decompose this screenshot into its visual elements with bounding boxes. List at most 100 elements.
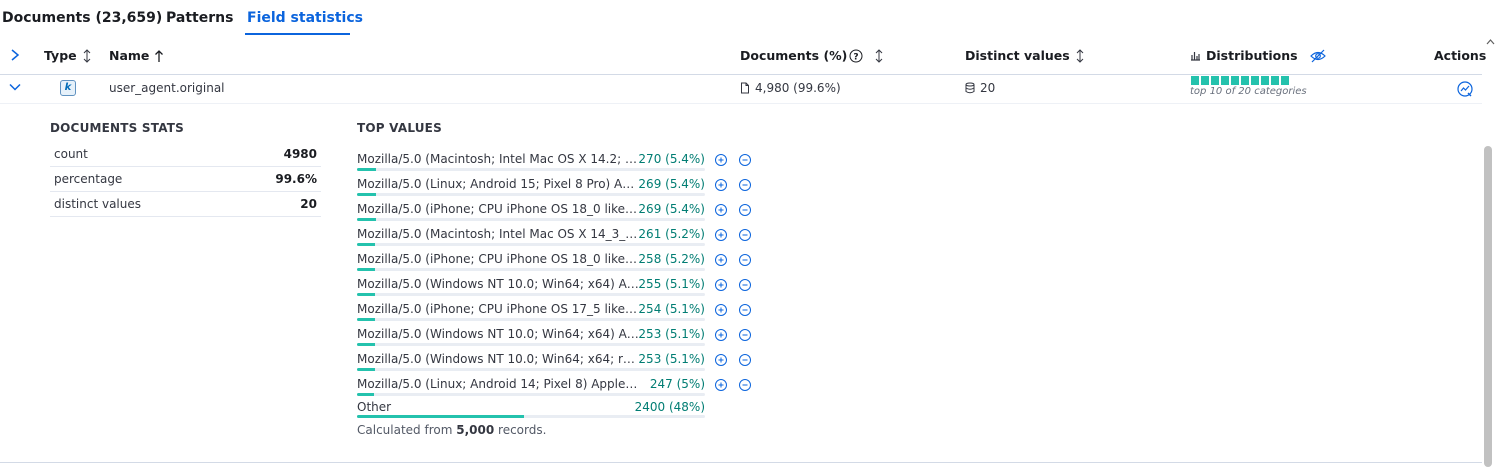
filter-for-value-icon[interactable] <box>714 253 728 267</box>
distribution-caption: top 10 of 20 categories <box>1190 86 1307 97</box>
distribution-segment <box>1221 76 1229 85</box>
filter-out-value-icon[interactable] <box>738 303 752 317</box>
stats-value: 4980 <box>283 147 317 161</box>
filter-for-value-icon[interactable] <box>714 153 728 167</box>
filter-out-value-icon[interactable] <box>738 253 752 267</box>
data-visualizer-action-icon[interactable] <box>1456 80 1474 98</box>
top-value-progress-track <box>357 268 705 271</box>
filter-for-value-icon[interactable] <box>714 378 728 392</box>
distinct-cell: 20 <box>965 81 995 95</box>
top-value-progress-fill <box>357 393 374 396</box>
vertical-scrollbar[interactable] <box>1482 38 1499 467</box>
filter-out-value-icon[interactable] <box>738 203 752 217</box>
top-value-label: Mozilla/5.0 (Windows NT 10.0; Win64; x64… <box>357 352 639 366</box>
top-value-label: Mozilla/5.0 (iPhone; CPU iPhone OS 18_0 … <box>357 202 639 216</box>
filter-out-value-icon[interactable] <box>738 328 752 342</box>
top-value-count: 258 (5.2%) <box>638 252 705 266</box>
top-value-count: 255 (5.1%) <box>638 277 705 291</box>
top-value-progress-fill <box>357 168 376 171</box>
table-row: k user_agent.original 4,980 (99.6%) 20 t… <box>0 75 1482 104</box>
tab-field-statistics[interactable]: Field statistics <box>247 10 363 26</box>
tab-documents[interactable]: Documents (23,659) <box>2 10 162 26</box>
top-value-progress-fill <box>357 368 375 371</box>
stats-row: percentage 99.6% <box>50 167 321 192</box>
other-progress-fill <box>357 415 524 418</box>
filter-out-value-icon[interactable] <box>738 278 752 292</box>
filter-for-value-icon[interactable] <box>714 178 728 192</box>
top-value-item: Mozilla/5.0 (Windows NT 10.0; Win64; x64… <box>357 350 757 375</box>
header-type[interactable]: Type <box>44 48 92 63</box>
bar-chart-icon <box>1191 52 1200 61</box>
stats-row: distinct values 20 <box>50 192 321 217</box>
documents-value: 4,980 (99.6%) <box>755 81 841 95</box>
other-progress-track <box>357 415 705 418</box>
scrollbar-thumb[interactable] <box>1484 146 1492 467</box>
tab-patterns[interactable]: Patterns <box>166 10 233 26</box>
top-value-progress-fill <box>357 293 375 296</box>
filter-out-value-icon[interactable] <box>738 378 752 392</box>
footnote-prefix: Calculated from <box>357 423 453 437</box>
top-value-progress-track <box>357 193 705 196</box>
top-value-count: 261 (5.2%) <box>638 227 705 241</box>
calculated-footnote: Calculated from 5,000 records. <box>357 423 546 437</box>
header-documents-label: Documents (%) <box>740 48 848 63</box>
row-divider <box>0 462 1482 463</box>
scroll-up-arrow-icon[interactable] <box>1486 38 1495 46</box>
distribution-segment <box>1281 76 1289 85</box>
top-value-label: Mozilla/5.0 (Windows NT 10.0; Win64; x64… <box>357 327 639 341</box>
distribution-segment <box>1271 76 1279 85</box>
header-distinct-values[interactable]: Distinct values <box>965 48 1085 63</box>
top-values-title: TOP VALUES <box>357 121 442 135</box>
info-icon[interactable]: ? <box>849 49 863 63</box>
expand-all-icon[interactable] <box>8 46 22 64</box>
top-value-item: Mozilla/5.0 (iPhone; CPU iPhone OS 17_5 … <box>357 300 757 325</box>
distribution-segment <box>1251 76 1259 85</box>
header-distributions-label: Distributions <box>1206 48 1298 63</box>
top-value-progress-track <box>357 168 705 171</box>
eye-closed-icon[interactable] <box>1309 49 1327 63</box>
footnote-suffix: records. <box>498 423 547 437</box>
distribution-segment <box>1191 76 1199 85</box>
table-header: Type Name Documents (%) ? Distinct value… <box>0 38 1486 75</box>
document-icon <box>741 82 749 94</box>
filter-for-value-icon[interactable] <box>714 353 728 367</box>
top-value-progress-fill <box>357 318 375 321</box>
top-value-count: 253 (5.1%) <box>638 327 705 341</box>
distinct-value: 20 <box>980 81 996 95</box>
top-value-item: Mozilla/5.0 (iPhone; CPU iPhone OS 18_0 … <box>357 200 757 225</box>
top-value-item: Mozilla/5.0 (Linux; Android 15; Pixel 8 … <box>357 175 757 200</box>
top-value-item: Mozilla/5.0 (Windows NT 10.0; Win64; x64… <box>357 325 757 350</box>
filter-for-value-icon[interactable] <box>714 278 728 292</box>
header-documents[interactable]: Documents (%) ? <box>740 48 884 63</box>
header-name-label: Name <box>109 48 150 63</box>
distribution-mini-chart <box>1191 76 1289 85</box>
filter-for-value-icon[interactable] <box>714 203 728 217</box>
filter-for-value-icon[interactable] <box>714 328 728 342</box>
top-value-progress-track <box>357 218 705 221</box>
distribution-segment <box>1211 76 1219 85</box>
top-value-item: Mozilla/5.0 (Linux; Android 14; Pixel 8)… <box>357 375 757 400</box>
top-value-progress-fill <box>357 193 376 196</box>
distribution-segment <box>1201 76 1209 85</box>
top-value-progress-track <box>357 343 705 346</box>
other-value: 2400 (48%) <box>634 400 705 414</box>
header-distinct-label: Distinct values <box>965 48 1070 63</box>
top-values-list: Mozilla/5.0 (Macintosh; Intel Mac OS X 1… <box>357 150 757 400</box>
top-value-count: 254 (5.1%) <box>638 302 705 316</box>
sort-icon <box>1076 48 1084 63</box>
top-value-progress-fill <box>357 218 376 221</box>
top-value-progress-track <box>357 243 705 246</box>
filter-out-value-icon[interactable] <box>738 228 752 242</box>
filter-out-value-icon[interactable] <box>738 178 752 192</box>
header-name[interactable]: Name <box>109 48 164 63</box>
filter-for-value-icon[interactable] <box>714 303 728 317</box>
filter-out-value-icon[interactable] <box>738 153 752 167</box>
top-value-other: Other 2400 (48%) <box>357 400 705 420</box>
chevron-down-icon[interactable] <box>7 79 23 95</box>
stats-label: count <box>54 147 88 161</box>
top-value-item: Mozilla/5.0 (Macintosh; Intel Mac OS X 1… <box>357 150 757 175</box>
filter-for-value-icon[interactable] <box>714 228 728 242</box>
filter-out-value-icon[interactable] <box>738 353 752 367</box>
top-value-item: Mozilla/5.0 (iPhone; CPU iPhone OS 18_0 … <box>357 250 757 275</box>
footnote-count: 5,000 <box>456 423 495 437</box>
